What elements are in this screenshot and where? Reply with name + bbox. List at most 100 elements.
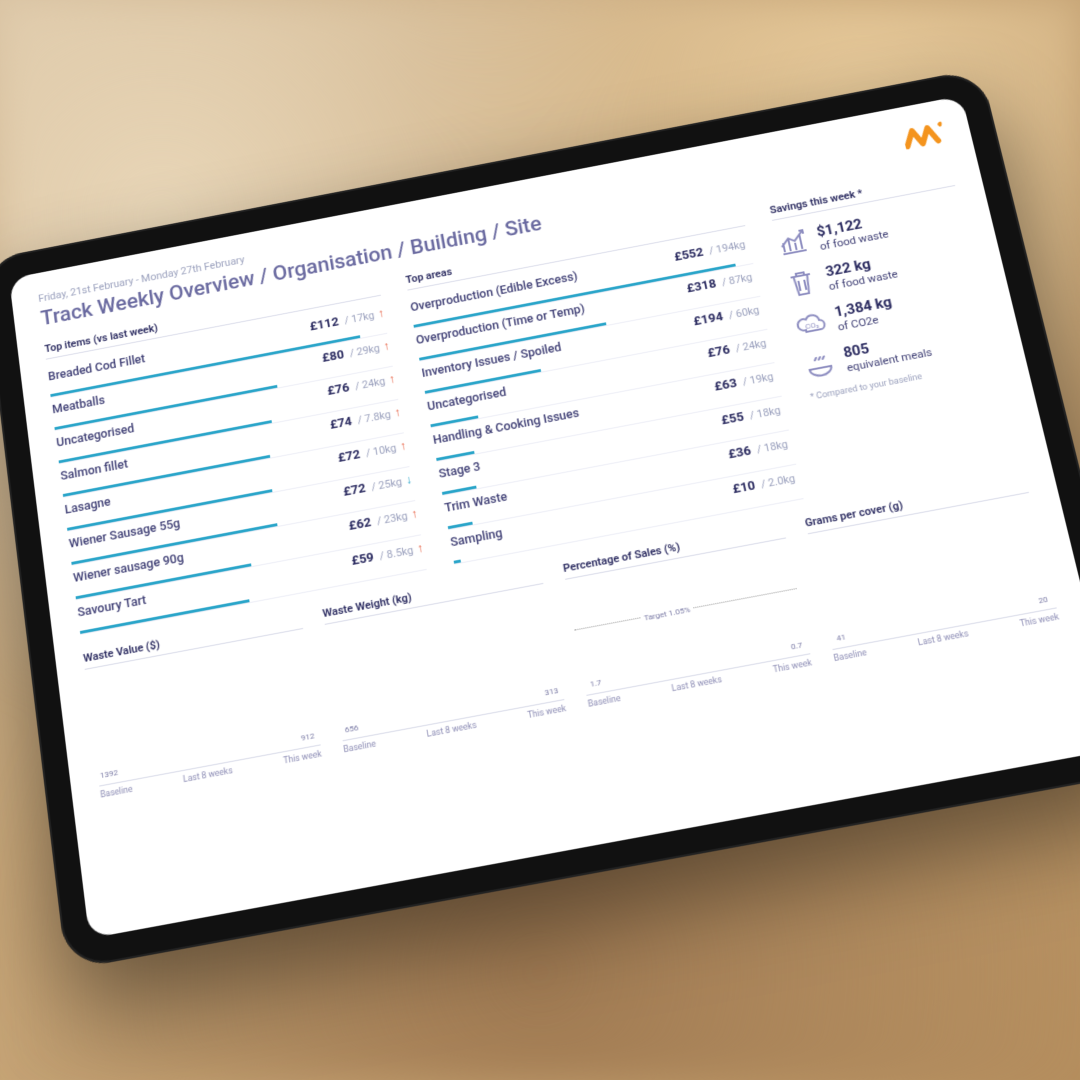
chart-bar bbox=[411, 724, 429, 727]
item-value: £72 bbox=[337, 448, 361, 466]
trend-up-icon: ↑ bbox=[393, 405, 401, 419]
chart-body: 1392 912 bbox=[86, 637, 321, 787]
target-label: Target 1.05% bbox=[640, 604, 694, 623]
chart-bar bbox=[924, 629, 942, 632]
item-subvalue: / 87kg bbox=[721, 271, 754, 289]
item-value: £63 bbox=[713, 376, 738, 394]
co2-icon: CO₂ bbox=[792, 306, 830, 341]
item-subvalue: / 17kg bbox=[344, 309, 376, 326]
chart-bar bbox=[522, 704, 540, 707]
trend-up-icon: ↑ bbox=[382, 339, 390, 353]
chart-bar bbox=[767, 658, 785, 661]
chart-title: Grams per cover (g) bbox=[804, 476, 1029, 535]
chart-bar-label: 1392 bbox=[100, 768, 119, 780]
item-value: £76 bbox=[326, 381, 350, 399]
chart-bar bbox=[123, 778, 141, 781]
chart-bar bbox=[145, 774, 163, 777]
chart-bar bbox=[189, 765, 207, 768]
chart-bar bbox=[256, 753, 274, 756]
item-value: £194 bbox=[692, 310, 724, 329]
chart-xlabel: Baseline bbox=[587, 694, 621, 710]
chart-bar bbox=[477, 712, 495, 715]
item-value: £72 bbox=[342, 481, 366, 499]
item-subvalue: / 10kg bbox=[365, 442, 397, 460]
trend-up-icon: ↑ bbox=[416, 541, 424, 556]
chart-xlabels: BaselineLast 8 weeksThis week bbox=[587, 658, 813, 710]
item-subvalue: / 60kg bbox=[728, 304, 761, 322]
chart-bar bbox=[611, 687, 629, 690]
chart-up-icon bbox=[775, 226, 812, 261]
chart-bar bbox=[856, 641, 874, 644]
chart-xlabels: BaselineLast 8 weeksThis week bbox=[343, 704, 567, 755]
chart-bar-label: 656 bbox=[344, 723, 359, 734]
item-value: £62 bbox=[348, 515, 372, 533]
chart: Waste Value ($)1392912BaselineLast 8 wee… bbox=[83, 612, 323, 801]
item-value: £552 bbox=[673, 246, 705, 265]
chart-xlabel: This week bbox=[283, 749, 323, 766]
chart-bar: 912 bbox=[300, 745, 318, 748]
trend-up-icon: ↑ bbox=[410, 507, 418, 521]
trend-up-icon: ↑ bbox=[399, 439, 407, 453]
progress-bar bbox=[454, 560, 461, 564]
chart-xlabels: BaselineLast 8 weeksThis week bbox=[833, 612, 1060, 664]
chart-title: Percentage of Sales (%) bbox=[562, 521, 785, 580]
target-line bbox=[574, 588, 796, 630]
chart-bar-label: 20 bbox=[1037, 595, 1048, 606]
chart-bar bbox=[745, 662, 763, 665]
chart-bar bbox=[278, 749, 296, 752]
chart-title: Waste Weight (kg) bbox=[322, 566, 544, 625]
chart-bar bbox=[946, 624, 964, 627]
chart-bar bbox=[901, 633, 919, 636]
top-items-column: Top items (vs last week) Breaded Cod Fil… bbox=[44, 279, 427, 634]
chart-bar bbox=[700, 670, 718, 673]
item-subvalue: / 24kg bbox=[354, 375, 386, 393]
chart-bar bbox=[991, 616, 1009, 619]
chart-bar: 1.7 bbox=[588, 691, 606, 694]
chart-bar bbox=[1014, 612, 1032, 615]
trend-up-icon: ↑ bbox=[388, 372, 396, 386]
chart-xlabel: This week bbox=[1019, 612, 1060, 629]
trash-icon bbox=[783, 266, 820, 301]
item-value: £80 bbox=[321, 348, 345, 366]
item-subvalue: / 7.8kg bbox=[357, 408, 392, 426]
item-subvalue: / 23kg bbox=[376, 509, 409, 527]
chart-bar bbox=[234, 757, 252, 760]
chart: Waste Weight (kg) 656 313 BaselineLast 8 we… bbox=[322, 566, 567, 755]
chart-xlabel: Baseline bbox=[100, 785, 133, 801]
chart-bar bbox=[678, 675, 696, 678]
chart-bar-label: 41 bbox=[836, 632, 847, 643]
chart-bar-label: 0.7 bbox=[790, 640, 803, 651]
chart-bar bbox=[167, 770, 185, 773]
item-value: £59 bbox=[350, 550, 375, 569]
item-subvalue: / 2.0kg bbox=[760, 472, 796, 491]
item-subvalue: / 8.5kg bbox=[379, 544, 415, 563]
chart-bar: 20 bbox=[1036, 608, 1054, 611]
chart-xlabel: Baseline bbox=[833, 648, 868, 664]
chart-xlabel: Last 8 weeks bbox=[671, 675, 723, 694]
chart-bar bbox=[455, 716, 473, 719]
progress-bar bbox=[448, 522, 473, 529]
chart-xlabel: Baseline bbox=[343, 739, 377, 755]
item-subvalue: / 19kg bbox=[741, 370, 774, 388]
chart-body: 41 20 bbox=[809, 501, 1057, 651]
chart: Percentage of Sales (%) Target 1.05% 1.7 0.… bbox=[562, 521, 813, 710]
chart-bar bbox=[633, 683, 651, 686]
item-subvalue: / 18kg bbox=[756, 438, 789, 456]
chart-bar bbox=[969, 620, 987, 623]
savings-column: Savings this week * $1,122of food waste3… bbox=[769, 170, 1021, 494]
chart-body: Target 1.05% 1.7 0.7 bbox=[567, 546, 810, 696]
chart-bar bbox=[722, 666, 740, 669]
item-subvalue: / 25kg bbox=[370, 475, 402, 493]
item-value: £318 bbox=[686, 277, 718, 296]
item-value: £10 bbox=[731, 479, 756, 498]
trend-down-icon: ↓ bbox=[405, 473, 413, 487]
chart-bar: 313 bbox=[544, 699, 562, 702]
chart-bar bbox=[388, 728, 406, 731]
item-value: £36 bbox=[727, 444, 752, 462]
chart-bar bbox=[212, 761, 230, 764]
chart-bar: 656 bbox=[344, 737, 362, 740]
trend-up-icon: ↑ bbox=[377, 306, 385, 320]
chart-bar bbox=[433, 720, 451, 723]
chart-bar-label: 1.7 bbox=[589, 678, 602, 689]
chart-bar: 1392 bbox=[101, 782, 119, 785]
